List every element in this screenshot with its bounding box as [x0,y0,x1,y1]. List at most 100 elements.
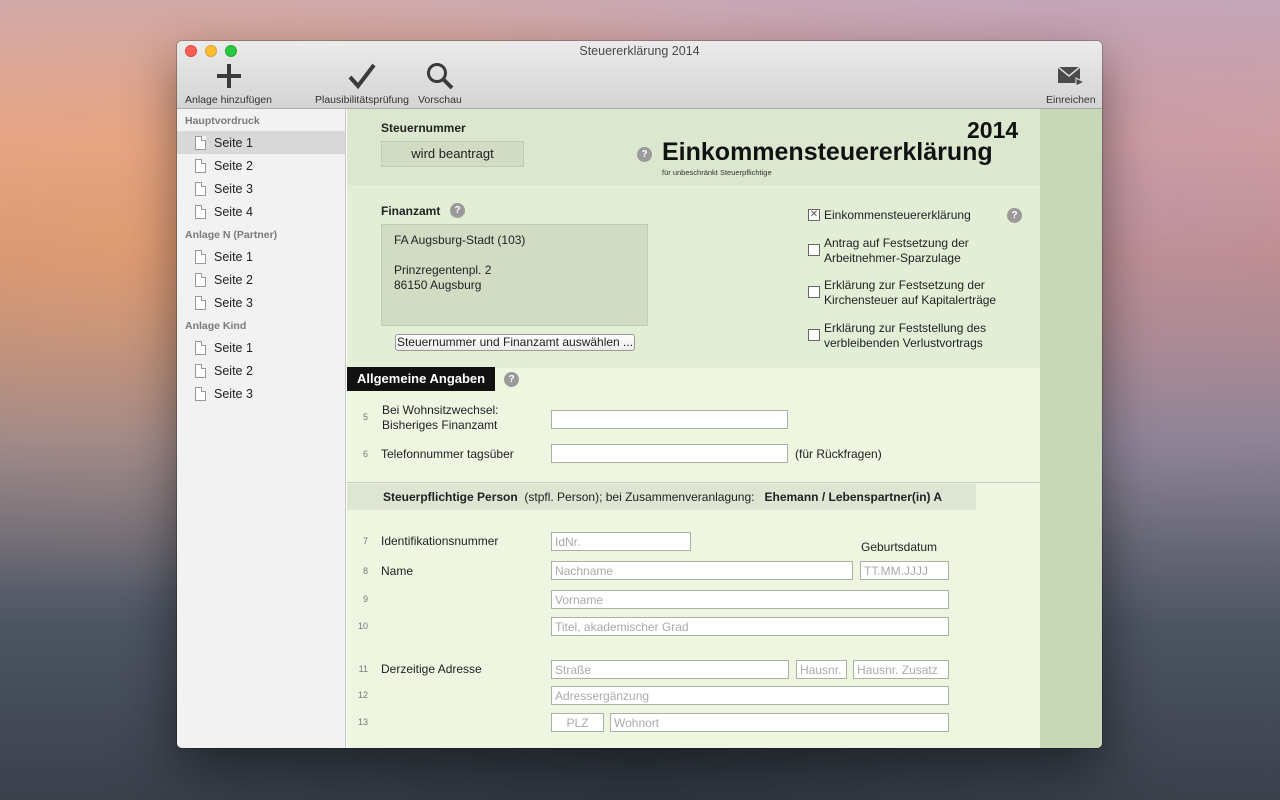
row-label: Telefonnummer tagsüber [381,447,514,461]
finanzamt-city: 86150 Augsburg [394,278,482,292]
person-section-title: Steuerpflichtige Person (stpfl. Person);… [383,490,943,504]
previous-finanzamt-input[interactable] [551,410,788,429]
form-area: Steuernummer wird beantragt ? 2014 Einko… [347,109,1102,748]
adressergaenzung-input[interactable]: Adressergänzung [551,686,949,705]
phone-suffix: (für Rückfragen) [795,447,882,461]
checkbox-label: Erklärung zur Feststellung des verbleiben… [824,321,987,350]
sidebar-item-anlage-n-seite-2[interactable]: Seite 2 [177,268,345,291]
sidebar-item-hauptvordruck-seite-1[interactable]: Seite 1 [177,131,345,154]
titel-input[interactable]: Titel, akademischer Grad [551,617,949,636]
sidebar-item-label: Seite 2 [214,158,253,173]
page-icon [195,158,206,173]
page-icon [195,204,206,219]
help-icon[interactable]: ? [504,372,519,387]
submit-button[interactable]: Einreichen [1046,61,1096,106]
section-divider [347,482,1040,483]
finanzamt-street: Prinzregentenpl. 2 [394,263,492,277]
row-number: 6 [362,449,368,459]
page-icon [195,249,206,264]
row-label: Identifikationsnummer [381,534,499,548]
checkbox-label: Erklärung zur Festsetzung der Kirchensteu… [824,278,997,307]
page-icon [195,386,206,401]
row-number: 5 [362,412,368,422]
help-icon[interactable]: ? [450,203,465,218]
envelope-send-icon [1057,66,1085,87]
plausibility-check-label: Plausibilitätsprüfung [315,94,409,106]
steuernummer-label: Steuernummer [381,121,466,135]
row-number: 11 [358,664,368,674]
sidebar-item-hauptvordruck-seite-2[interactable]: Seite 2 [177,154,345,177]
row-number: 9 [362,594,368,604]
add-attachment-label: Anlage hinzufügen [185,94,272,106]
hausnr-input[interactable]: Hausnr. [796,660,847,679]
sidebar-item-hauptvordruck-seite-3[interactable]: Seite 3 [177,177,345,200]
sidebar-item-label: Seite 3 [214,181,253,196]
sidebar-item-hauptvordruck-seite-4[interactable]: Seite 4 [177,200,345,223]
checkbox-label: Einkommensteuererklärung [824,208,971,222]
add-attachment-button[interactable]: Anlage hinzufügen [185,61,272,106]
sidebar-item-anlage-n-seite-1[interactable]: Seite 1 [177,245,345,268]
sidebar-item-anlage-kind-seite-3[interactable]: Seite 3 [177,382,345,405]
geburtsdatum-input[interactable]: TT.MM.JJJJ [860,561,949,580]
checkbox-einkommensteuererklaerung[interactable]: ✕ [808,209,820,221]
plausibility-check-button[interactable]: Plausibilitätsprüfung [315,61,409,106]
page-icon [195,272,206,287]
plz-input[interactable]: PLZ [551,713,604,732]
help-icon[interactable]: ? [637,147,652,162]
form-title: Einkommensteuererklärung [662,138,993,166]
vorname-input[interactable]: Vorname [551,590,949,609]
page-icon [195,181,206,196]
steuernummer-value[interactable]: wird beantragt [381,141,524,167]
sidebar-group-anlage-n: Anlage N (Partner) [185,229,278,241]
hausnr-zusatz-input[interactable]: Hausnr. Zusatz [853,660,949,679]
toolbar: Steuererklärung 2014 Anlage hinzufügen P… [177,41,1102,109]
wohnort-input[interactable]: Wohnort [610,713,949,732]
sidebar-group-hauptvordruck: Hauptvordruck [185,115,260,127]
sidebar-item-anlage-n-seite-3[interactable]: Seite 3 [177,291,345,314]
submit-label: Einreichen [1046,94,1096,106]
sidebar-item-label: Seite 3 [214,386,253,401]
checkbox-kirchensteuer[interactable] [808,286,820,298]
row-number: 10 [357,621,368,631]
nachname-input[interactable]: Nachname [551,561,853,580]
page-icon [195,340,206,355]
row-label: Bei Wohnsitzwechsel: Bisheriges Finanzamt [382,403,499,432]
finanzamt-label: Finanzamt [381,204,441,218]
sidebar-item-anlage-kind-seite-1[interactable]: Seite 1 [177,336,345,359]
page-icon [195,135,206,150]
sidebar-item-label: Seite 2 [214,363,253,378]
tax-form-page: Steuernummer wird beantragt ? 2014 Einko… [347,109,1040,748]
section-title-allgemeine-angaben: Allgemeine Angaben [347,367,496,391]
idnr-input[interactable]: IdNr. [551,532,691,551]
row-label: Derzeitige Adresse [381,662,482,676]
checkbox-sparzulage[interactable] [808,244,820,256]
select-finanzamt-button[interactable]: Steuernummer und Finanzamt auswählen ... [395,334,635,351]
sidebar-item-label: Seite 1 [214,340,253,355]
strasse-input[interactable]: Straße [551,660,789,679]
page-icon [195,295,206,310]
geburtsdatum-label: Geburtsdatum [861,540,938,554]
help-icon[interactable]: ? [1007,208,1022,223]
plus-icon [216,64,241,88]
row-number: 8 [362,566,368,576]
phone-input[interactable] [551,444,788,463]
sidebar-item-label: Seite 4 [214,204,253,219]
sidebar-item-label: Seite 2 [214,272,253,287]
magnifier-icon [426,63,454,90]
sidebar-item-anlage-kind-seite-2[interactable]: Seite 2 [177,359,345,382]
checkbox-verlustvortrag[interactable] [808,329,820,341]
sidebar-item-label: Seite 1 [214,135,253,150]
preview-label: Vorschau [418,94,462,106]
page-icon [195,363,206,378]
sidebar-item-label: Seite 1 [214,249,253,264]
sidebar-group-anlage-kind: Anlage Kind [185,320,247,332]
checkbox-label: Antrag auf Festsetzung der Arbeitnehmer-S… [824,236,969,265]
window-title: Steuererklärung 2014 [579,44,700,58]
sidebar: Hauptvordruck Seite 1 Seite 2 Seite 3 Se… [177,109,346,748]
finanzamt-name: FA Augsburg-Stadt (103) [394,233,526,247]
form-subtitle: für unbeschränkt Steuerpflichtige [662,168,772,177]
row-number: 7 [362,536,368,546]
checkmark-icon [348,63,376,90]
preview-button[interactable]: Vorschau [418,61,462,106]
sidebar-item-label: Seite 3 [214,295,253,310]
